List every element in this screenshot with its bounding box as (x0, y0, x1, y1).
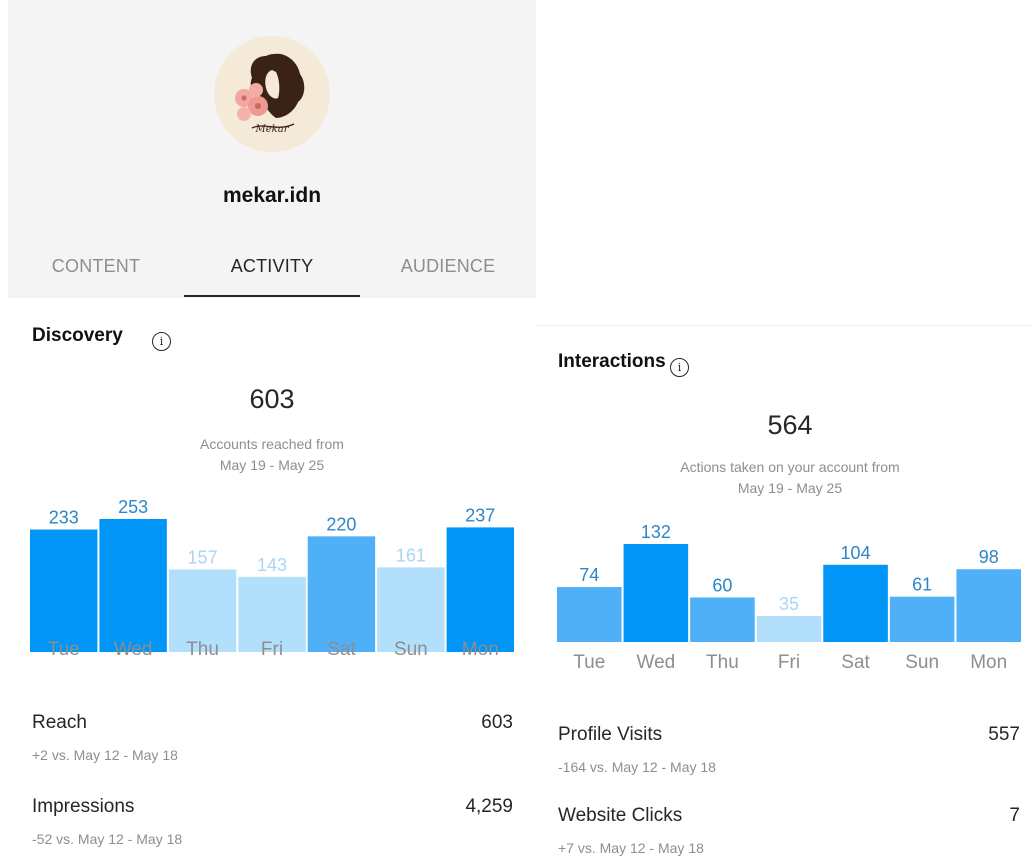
bar-value-label-thu: 157 (188, 547, 218, 567)
bar-wed[interactable] (99, 519, 167, 652)
profile-visits-value: 557 (988, 724, 1020, 745)
bar-sat[interactable] (823, 564, 888, 642)
day-label-tue: Tue (573, 652, 605, 673)
website-clicks-label: Website Clicks (558, 805, 683, 826)
discovery-title: Discovery (32, 325, 123, 346)
day-label-mon: Mon (462, 639, 499, 660)
day-label-sat: Sat (841, 652, 870, 673)
day-label-thu: Thu (706, 652, 739, 673)
interactions-caption: Actions taken on your account from May 1… (620, 457, 960, 499)
discovery-chart-svg: 233 Tue 253 Wed 157 Thu 143 Fri 220 Sat 161 Sun 237 M… (30, 497, 514, 660)
discovery-info-icon[interactable]: i (152, 332, 171, 351)
reach-compare: +2 vs. May 12 - May 18 (32, 747, 178, 763)
day-label-sat: Sat (327, 639, 356, 660)
discovery-caption-line1: Accounts reached from (200, 436, 344, 452)
website-clicks-compare: +7 vs. May 12 - May 18 (558, 840, 704, 856)
tab-activity[interactable]: ACTIVITY (184, 256, 360, 277)
tab-content[interactable]: CONTENT (8, 256, 184, 277)
interactions-title: Interactions (558, 351, 666, 372)
interactions-caption-line1: Actions taken on your account from (680, 459, 900, 475)
interactions-caption-range: May 19 - May 25 (737, 480, 843, 496)
bar-wed[interactable] (623, 544, 689, 642)
profile-visits-compare: -164 vs. May 12 - May 18 (558, 759, 716, 775)
reach-label: Reach (32, 712, 87, 733)
bar-mon[interactable] (956, 569, 1021, 642)
username: mekar.idn (222, 184, 322, 207)
day-label-tue: Tue (48, 639, 80, 660)
bar-tue[interactable] (30, 529, 98, 652)
bar-sun[interactable] (889, 596, 955, 642)
bar-value-label-sun: 61 (912, 575, 932, 595)
day-label-wed: Wed (114, 639, 153, 660)
day-label-wed: Wed (636, 652, 675, 673)
website-clicks-value: 7 (1009, 805, 1020, 826)
bar-value-label-wed: 253 (118, 497, 148, 517)
bar-value-label-sat: 220 (326, 514, 356, 534)
bar-value-label-fri: 143 (257, 555, 287, 575)
bar-tue[interactable] (557, 587, 622, 642)
bar-value-label-tue: 74 (579, 565, 599, 585)
discovery-caption-range: May 19 - May 25 (219, 457, 325, 473)
day-label-sun: Sun (905, 652, 939, 673)
interactions-bar-chart: 74 Tue 132 Wed 60 Thu 35 Fri 104 Sat 61 Sun 98 Mon (557, 520, 1023, 680)
avatar[interactable]: Mekar (214, 36, 330, 152)
bar-value-label-sat: 104 (841, 543, 871, 563)
bar-value-label-thu: 60 (712, 575, 732, 595)
insights-page: Mekar mekar.idn CONTENT ACTIVITY AUDIENC… (0, 0, 1032, 861)
reach-value: 603 (481, 712, 513, 733)
discovery-caption: Accounts reached from May 19 - May 25 (122, 434, 422, 476)
logo-wordmark: Mekar (255, 124, 290, 135)
interactions-info-icon[interactable]: i (670, 358, 689, 377)
day-label-fri: Fri (261, 639, 283, 660)
day-label-sun: Sun (394, 639, 428, 660)
bar-fri[interactable] (756, 616, 822, 642)
mekar-logo: Mekar (214, 36, 330, 152)
interactions-chart-svg: 74 Tue 132 Wed 60 Thu 35 Fri 104 Sat 61 Sun 98 Mon (557, 522, 1021, 673)
discovery-total: 603 (249, 384, 295, 414)
profile-visits-label: Profile Visits (558, 724, 663, 745)
bar-thu[interactable] (690, 597, 755, 642)
profile-header: Mekar mekar.idn CONTENT ACTIVITY AUDIENC… (8, 0, 536, 298)
interactions-total: 564 (767, 410, 813, 440)
bar-mon[interactable] (446, 527, 514, 652)
discovery-bar-chart: 233 Tue 253 Wed 157 Thu 143 Fri 220 Sat 161 Sun 237 M… (30, 495, 516, 665)
impressions-label: Impressions (32, 796, 135, 817)
bar-value-label-sun: 161 (396, 545, 426, 565)
impressions-compare: -52 vs. May 12 - May 18 (32, 831, 183, 847)
bar-value-label-tue: 233 (49, 508, 79, 528)
active-tab-indicator (184, 295, 360, 297)
bar-value-label-mon: 98 (979, 547, 999, 567)
bar-value-label-mon: 237 (465, 505, 495, 525)
tab-audience[interactable]: AUDIENCE (360, 256, 536, 277)
impressions-value: 4,259 (465, 796, 513, 817)
bar-sat[interactable] (307, 536, 376, 652)
section-divider (536, 325, 1032, 326)
day-label-mon: Mon (970, 652, 1007, 673)
day-label-thu: Thu (186, 639, 219, 660)
bar-value-label-wed: 132 (641, 522, 671, 542)
day-label-fri: Fri (778, 652, 800, 673)
bar-value-label-fri: 35 (779, 594, 799, 614)
insights-tabs: CONTENT ACTIVITY AUDIENCE (8, 236, 536, 298)
